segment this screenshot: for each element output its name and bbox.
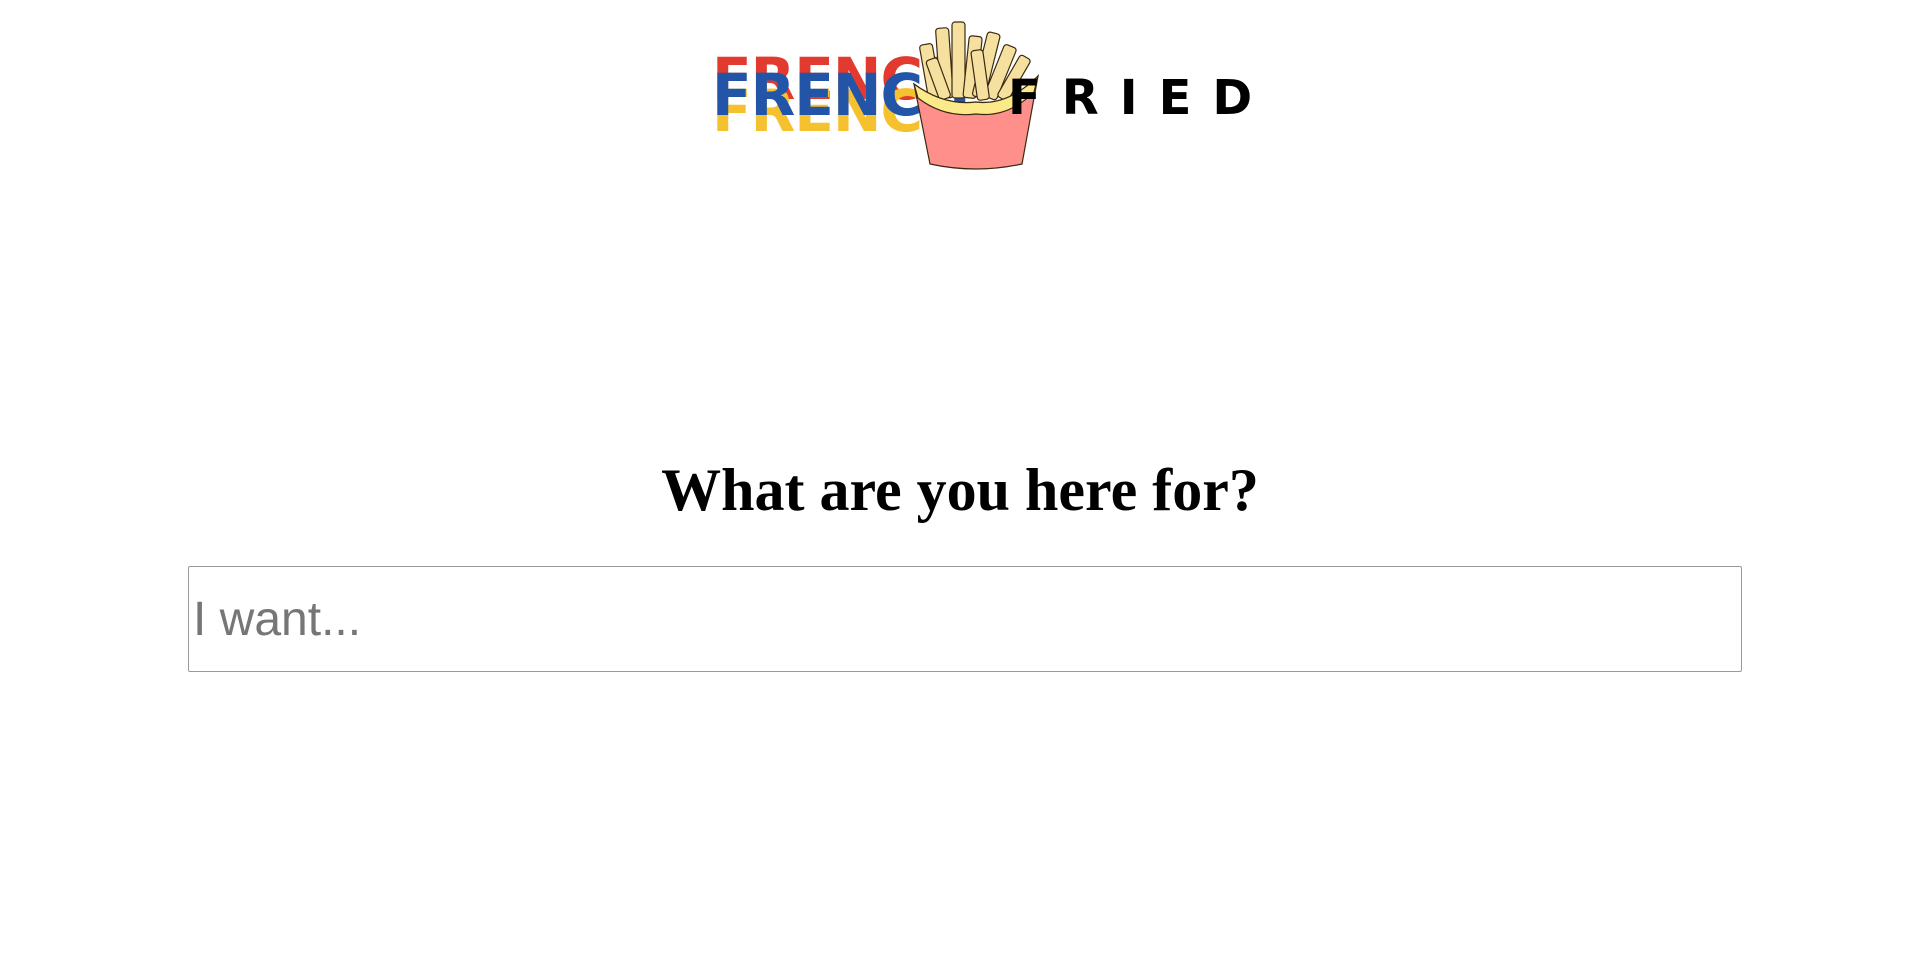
search-input[interactable] — [188, 566, 1742, 672]
logo-fried-text: FRIED — [1008, 70, 1274, 126]
site-logo[interactable]: FRENCH FRENCH FRENCH FRIED — [712, 14, 1252, 174]
page: FRENCH FRENCH FRENCH FRIED What are you — [0, 0, 1920, 977]
page-heading: What are you here for? — [661, 457, 1259, 523]
